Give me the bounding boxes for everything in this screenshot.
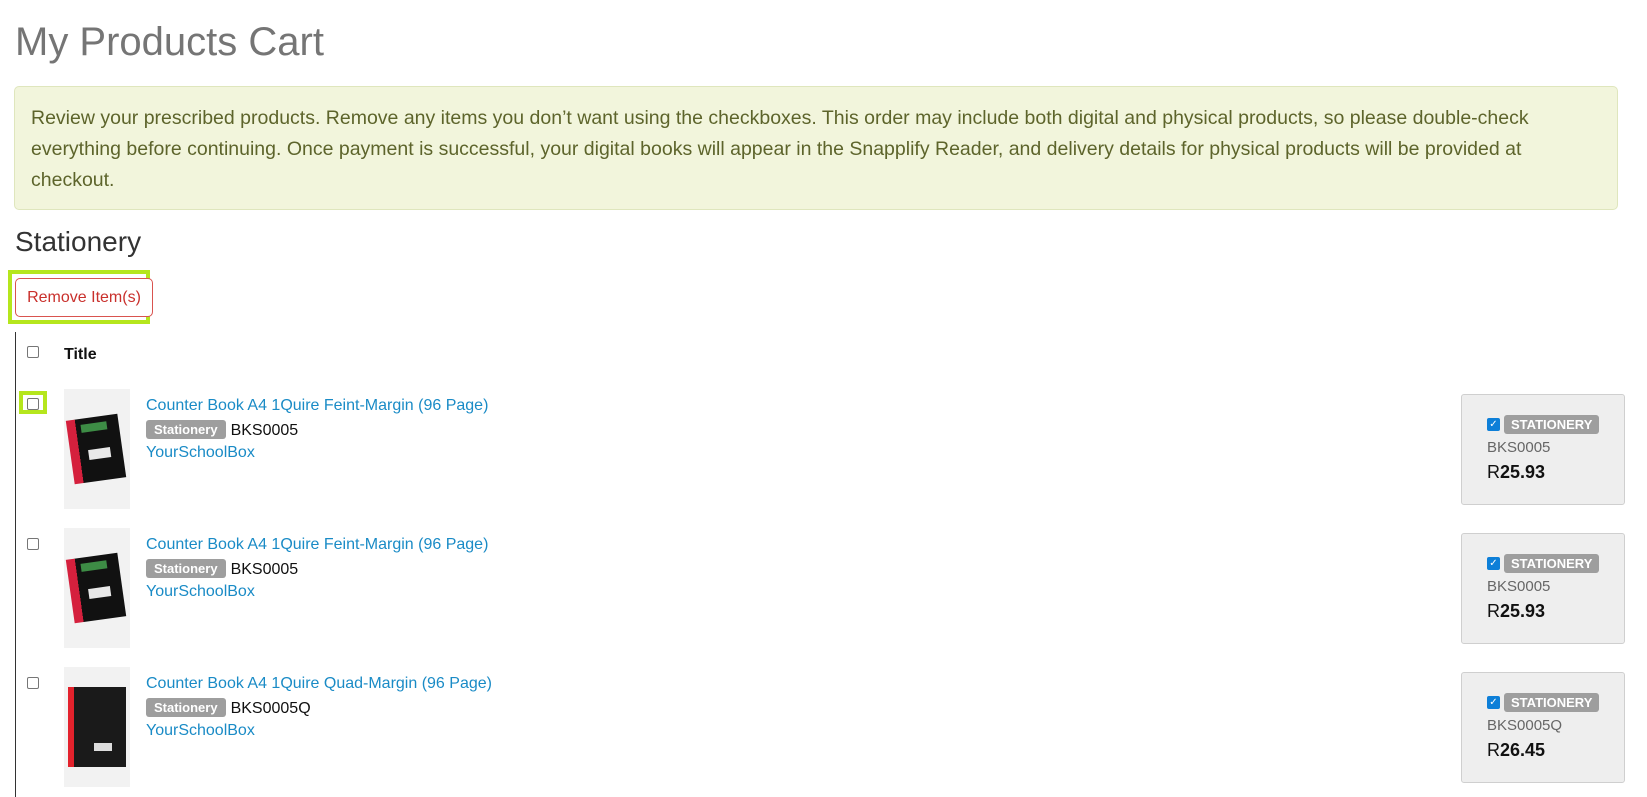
product-title-link[interactable]: Counter Book A4 1Quire Quad-Margin (96 P…: [146, 675, 492, 693]
supplier-link[interactable]: YourSchoolBox: [146, 444, 255, 462]
product-title-link[interactable]: Counter Book A4 1Quire Feint-Margin (96 …: [146, 397, 488, 415]
title-column-header: Title: [64, 346, 97, 363]
category-badge: Stationery: [146, 559, 226, 578]
price-amount: 25.93: [1500, 601, 1546, 621]
product-title-link[interactable]: Counter Book A4 1Quire Feint-Margin (96 …: [146, 536, 488, 554]
product-meta: Stationery BKS0005Q: [146, 698, 311, 718]
supplier-link[interactable]: YourSchoolBox: [146, 583, 255, 601]
price-card: ✓ STATIONERY BKS0005Q R26.45: [1461, 672, 1625, 783]
card-product-code: BKS0005: [1487, 439, 1551, 456]
card-product-code: BKS0005: [1487, 578, 1551, 595]
product-price: R25.93: [1487, 462, 1545, 483]
card-category-badge: STATIONERY: [1504, 415, 1600, 434]
cart-item-row: Counter Book A4 1Quire Feint-Margin (96 …: [0, 389, 1647, 514]
cart-item-row: Counter Book A4 1Quire Quad-Margin (96 P…: [0, 667, 1647, 792]
select-all-checkbox[interactable]: [27, 346, 39, 358]
checkbox-checked-icon[interactable]: ✓: [1487, 696, 1500, 709]
category-badge: Stationery: [146, 698, 226, 717]
counter-book-image: [65, 413, 127, 485]
card-category-badge: STATIONERY: [1504, 693, 1600, 712]
supplier-link[interactable]: YourSchoolBox: [146, 722, 255, 740]
cart-page: My Products Cart Review your prescribed …: [0, 0, 1647, 797]
price-currency: R: [1487, 462, 1500, 482]
remove-items-button[interactable]: Remove Item(s): [15, 278, 153, 317]
checkbox-checked-icon[interactable]: ✓: [1487, 557, 1500, 570]
product-meta: Stationery BKS0005: [146, 559, 298, 579]
cart-info-notice: Review your prescribed products. Remove …: [14, 86, 1618, 210]
item-checkbox-2[interactable]: [27, 538, 39, 550]
product-thumbnail: [64, 389, 130, 509]
product-price: R26.45: [1487, 740, 1545, 761]
product-meta: Stationery BKS0005: [146, 420, 298, 440]
price-card: ✓ STATIONERY BKS0005 R25.93: [1461, 394, 1625, 505]
card-category-badge: STATIONERY: [1504, 554, 1600, 573]
card-product-code: BKS0005Q: [1487, 717, 1563, 734]
product-code: BKS0005: [230, 422, 299, 439]
product-code: BKS0005Q: [230, 700, 311, 717]
cart-item-row: Counter Book A4 1Quire Feint-Margin (96 …: [0, 528, 1647, 653]
item-checkbox-1[interactable]: [27, 398, 39, 410]
product-price: R25.93: [1487, 601, 1545, 622]
checkbox-checked-icon[interactable]: ✓: [1487, 418, 1500, 431]
page-title: My Products Cart: [15, 20, 324, 64]
section-heading-stationery: Stationery: [15, 226, 142, 257]
price-amount: 25.93: [1500, 462, 1546, 482]
product-thumbnail: [64, 528, 130, 648]
counter-book-image: [68, 687, 126, 767]
product-thumbnail: [64, 667, 130, 787]
price-amount: 26.45: [1500, 740, 1546, 760]
counter-book-image: [65, 552, 127, 624]
item-checkbox-3[interactable]: [27, 677, 39, 689]
category-badge: Stationery: [146, 420, 226, 439]
product-code: BKS0005: [230, 561, 299, 578]
price-currency: R: [1487, 601, 1500, 621]
price-card: ✓ STATIONERY BKS0005 R25.93: [1461, 533, 1625, 644]
price-currency: R: [1487, 740, 1500, 760]
